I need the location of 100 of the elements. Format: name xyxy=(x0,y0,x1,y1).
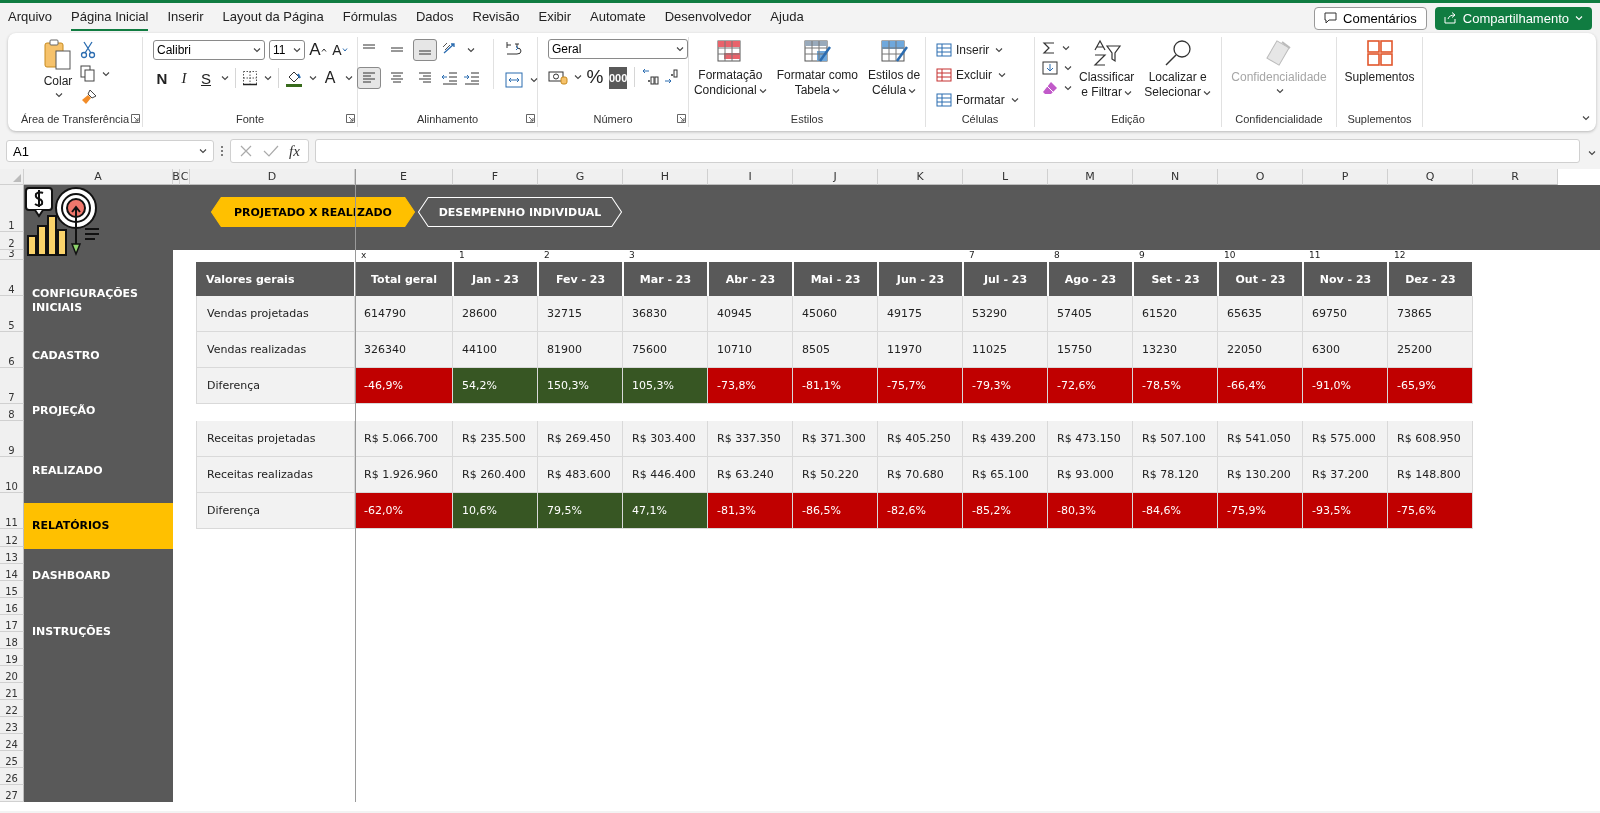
grow-font-button[interactable]: A xyxy=(309,39,327,61)
row-header[interactable]: 15 xyxy=(0,581,24,598)
row-header[interactable]: 14 xyxy=(0,564,24,581)
scissors-icon[interactable] xyxy=(80,41,96,59)
insert-function-button[interactable]: fx xyxy=(289,142,300,160)
outdent-icon[interactable] xyxy=(441,70,459,86)
fill-down-icon[interactable] xyxy=(1041,61,1058,75)
row-header[interactable]: 19 xyxy=(0,649,24,666)
align-icon[interactable] xyxy=(357,67,381,89)
column-header[interactable]: A xyxy=(24,169,173,185)
row-header[interactable]: 22 xyxy=(0,700,24,717)
share-button[interactable]: Compartilhamento xyxy=(1434,6,1592,30)
menu-tab[interactable]: Arquivo xyxy=(8,5,53,31)
row-header[interactable]: 11 xyxy=(0,493,24,529)
menu-tab[interactable]: Automate xyxy=(590,5,646,31)
caret-icon[interactable] xyxy=(345,75,353,81)
row-header[interactable]: 12 xyxy=(0,529,24,547)
menu-tab[interactable]: Exibir xyxy=(538,5,571,31)
caret-icon[interactable] xyxy=(309,75,317,81)
sidebar-item[interactable]: INSTRUÇÕES xyxy=(24,603,173,661)
dialog-launcher-icon[interactable] xyxy=(526,114,535,123)
increase-decimal-icon[interactable] xyxy=(641,68,660,86)
caret-icon[interactable] xyxy=(908,88,917,94)
caret-icon[interactable] xyxy=(221,75,229,81)
row-header[interactable]: 23 xyxy=(0,717,24,734)
menu-tab[interactable]: Revisão xyxy=(472,5,520,31)
sidebar-item[interactable]: CONFIGURAÇÕES INICIAIS xyxy=(24,274,173,328)
row-header[interactable]: 4 xyxy=(0,260,24,296)
column-header[interactable]: L xyxy=(963,169,1048,185)
dialog-launcher-icon[interactable] xyxy=(346,114,355,123)
caret-icon[interactable] xyxy=(55,92,63,98)
row-header[interactable]: 24 xyxy=(0,734,24,751)
caret-icon[interactable] xyxy=(995,47,1004,53)
menu-tab[interactable]: Ajuda xyxy=(770,5,804,31)
styles-button[interactable]: Formatação Condicional xyxy=(690,39,770,98)
cells-button[interactable]: Formatar xyxy=(936,89,1019,111)
shrink-font-button[interactable]: A xyxy=(331,39,349,61)
sidebar-item[interactable]: RELATÓRIOS xyxy=(24,503,173,549)
menu-tab[interactable]: Fórmulas xyxy=(342,5,397,31)
caret-icon[interactable] xyxy=(1123,90,1132,96)
row-header[interactable]: 2 xyxy=(0,232,24,250)
dialog-launcher-icon[interactable] xyxy=(131,114,140,123)
sidebar-item[interactable]: REALIZADO xyxy=(24,438,173,503)
number-format-dropdown[interactable]: Geral xyxy=(548,39,688,59)
caret-icon[interactable] xyxy=(1588,150,1596,156)
cells-button[interactable]: Inserir xyxy=(936,39,1004,61)
row-header[interactable]: 20 xyxy=(0,666,24,683)
font-size-dropdown[interactable]: 11 xyxy=(269,40,305,60)
paste-button[interactable]: Colar xyxy=(40,39,76,98)
eraser-icon[interactable] xyxy=(1041,81,1058,95)
more-icon[interactable] xyxy=(220,145,224,157)
menu-tab[interactable]: Página Inicial xyxy=(71,5,149,31)
caret-icon[interactable] xyxy=(467,47,475,53)
name-box[interactable]: A1 xyxy=(6,140,214,162)
column-header[interactable]: Q xyxy=(1388,169,1473,185)
caret-icon[interactable] xyxy=(530,77,538,83)
caret-icon[interactable] xyxy=(253,47,261,53)
row-header[interactable]: 7 xyxy=(0,368,24,404)
caret-icon[interactable] xyxy=(199,148,207,154)
row-header[interactable]: 27 xyxy=(0,785,24,802)
row-header[interactable]: 17 xyxy=(0,615,24,632)
formula-input[interactable] xyxy=(314,139,1580,163)
styles-button[interactable]: Estilos de Célula xyxy=(865,39,924,98)
font-color-button[interactable]: A xyxy=(321,67,339,89)
row-header[interactable]: 21 xyxy=(0,683,24,700)
column-header[interactable]: E xyxy=(355,169,453,185)
row-header[interactable]: 18 xyxy=(0,632,24,649)
caret-icon[interactable] xyxy=(574,74,582,80)
row-header[interactable]: 10 xyxy=(0,457,24,493)
column-header[interactable]: G xyxy=(538,169,623,185)
column-header[interactable]: J xyxy=(793,169,878,185)
row-header[interactable]: 16 xyxy=(0,598,24,615)
column-header[interactable]: N xyxy=(1133,169,1218,185)
caret-icon[interactable] xyxy=(1061,45,1070,51)
caret-icon[interactable] xyxy=(1063,85,1072,91)
caret-icon[interactable] xyxy=(1063,65,1072,71)
caret-icon[interactable] xyxy=(832,88,841,94)
column-header[interactable]: P xyxy=(1303,169,1388,185)
check-icon[interactable] xyxy=(263,144,279,158)
fill-color-icon[interactable] xyxy=(285,69,303,87)
font-name-dropdown[interactable]: Calibri xyxy=(153,40,265,60)
sum-icon[interactable] xyxy=(1041,41,1056,55)
nav-tab[interactable]: DESEMPENHO INDIVIDUAL xyxy=(418,197,622,227)
menu-tab[interactable]: Desenvolvedor xyxy=(664,5,752,31)
menu-tab[interactable]: Dados xyxy=(415,5,454,31)
underline-button[interactable]: S xyxy=(197,67,215,89)
row-header[interactable]: 5 xyxy=(0,296,24,332)
sidebar-item[interactable]: DASHBOARD xyxy=(24,549,173,603)
styles-button[interactable]: Formatar como Tabela xyxy=(773,39,862,98)
editing-button[interactable]: Localizar e Selecionar xyxy=(1141,39,1214,100)
row-header[interactable]: 8 xyxy=(0,404,24,421)
comments-button[interactable]: Comentários xyxy=(1314,6,1427,30)
row-header[interactable]: 6 xyxy=(0,332,24,368)
indent-icon[interactable] xyxy=(463,70,481,86)
column-header[interactable]: R xyxy=(1473,169,1558,185)
brush-icon[interactable] xyxy=(80,88,98,106)
currency-icon[interactable] xyxy=(548,69,568,85)
caret-icon[interactable] xyxy=(1010,97,1019,103)
editing-button[interactable]: Classificar e Filtrar xyxy=(1075,39,1138,100)
sidebar-item[interactable]: PROJEÇÃO xyxy=(24,384,173,438)
